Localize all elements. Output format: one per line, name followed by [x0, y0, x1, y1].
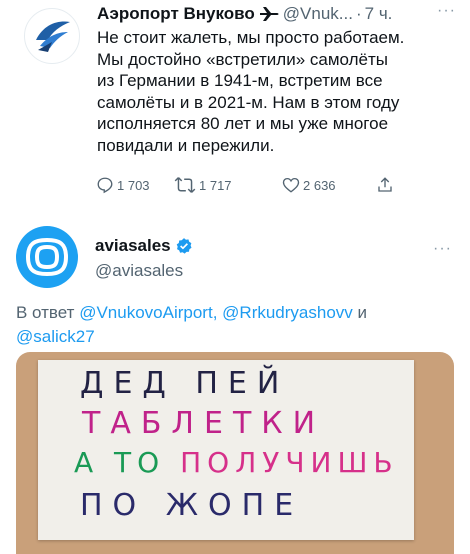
- share-button[interactable]: [376, 176, 394, 194]
- header-separator: ·: [355, 4, 362, 23]
- handwritten-note: ДЕД ПЕЙ ТАБЛЕТКИ А ТО ПОЛУЧИШЬ ПО ЖОПЕ: [38, 360, 414, 540]
- note-line-3-highlight: ПОЛУЧИШЬ: [180, 446, 399, 479]
- tweet1-action-bar: 1 703 1 717 2 636: [96, 176, 426, 200]
- note-line-1: ДЕД ПЕЙ: [80, 366, 290, 401]
- mention-salick27[interactable]: @salick27: [16, 327, 95, 346]
- tweet1-header: Аэропорт Внуково @Vnuk... · 7 ч.: [97, 2, 457, 26]
- note-line-4: ПО ЖОПЕ: [80, 488, 304, 523]
- tweet1-author-handle[interactable]: @Vnuk...: [283, 4, 353, 24]
- mention-separator: ,: [212, 303, 218, 322]
- attached-photo[interactable]: ДЕД ПЕЙ ТАБЛЕТКИ А ТО ПОЛУЧИШЬ ПО ЖОПЕ: [16, 352, 454, 554]
- vnukovo-logo-icon: [36, 21, 70, 52]
- tweet2-author-name[interactable]: aviasales: [95, 236, 171, 256]
- note-line-3: А ТО ПОЛУЧИШЬ: [74, 446, 399, 479]
- verified-badge-icon: [176, 238, 192, 254]
- like-count: 2 636: [303, 177, 336, 193]
- aviasales-logo-icon: [25, 237, 69, 277]
- tweet1-text-line: из Германии в 1941-м, встретим все: [97, 71, 383, 91]
- tweet1-text-line: повидали и пережили.: [97, 135, 275, 155]
- vnukovo-avatar[interactable]: [24, 8, 80, 64]
- aviasales-avatar[interactable]: [16, 226, 78, 288]
- retweet-button[interactable]: 1 717: [174, 176, 232, 194]
- tweet1-timestamp[interactable]: 7 ч.: [365, 4, 393, 24]
- note-line-3-start: А ТО: [74, 446, 181, 479]
- reply-icon: [97, 177, 113, 194]
- reply-button[interactable]: 1 703: [96, 176, 150, 194]
- tweet1-text-line: Мы достойно «встретили» самолёты: [97, 49, 388, 69]
- retweet-count: 1 717: [199, 177, 232, 193]
- tweet1-text-line: исполняется 80 лет и мы уже многое: [97, 114, 389, 134]
- reply-count: 1 703: [117, 177, 150, 193]
- like-button[interactable]: 2 636: [282, 176, 336, 194]
- tweet2-more-icon[interactable]: ···: [433, 240, 452, 258]
- tweet1-text-line: Не стоит жалеть, мы просто работаем.: [97, 28, 405, 47]
- retweet-icon: [174, 177, 196, 193]
- reply-and: и: [357, 303, 368, 322]
- reply-context: В ответ @VnukovoAirport, @Rrkudryashovv …: [16, 301, 456, 349]
- share-icon: [378, 177, 392, 192]
- tweet2-author-handle[interactable]: @aviasales: [95, 261, 183, 281]
- like-icon: [282, 177, 300, 193]
- note-line-2: ТАБЛЕТКИ: [82, 406, 326, 441]
- reply-prefix: В ответ: [16, 303, 75, 322]
- airplane-emoji-icon: [259, 6, 279, 22]
- tweet1-text: Не стоит жалеть, мы просто работаем. Мы …: [97, 27, 447, 157]
- mention-vnukovo[interactable]: @VnukovoAirport: [79, 303, 213, 322]
- mention-rrkudryashovv[interactable]: @Rrkudryashovv: [222, 303, 353, 322]
- tweet1-text-line: самолёты и в 2021-м. Нам в этом году: [97, 92, 400, 112]
- tweet1-author-name[interactable]: Аэропорт Внуково: [97, 4, 255, 24]
- tweet2-author: aviasales: [95, 236, 193, 256]
- tweet1-more-icon[interactable]: ···: [437, 2, 456, 20]
